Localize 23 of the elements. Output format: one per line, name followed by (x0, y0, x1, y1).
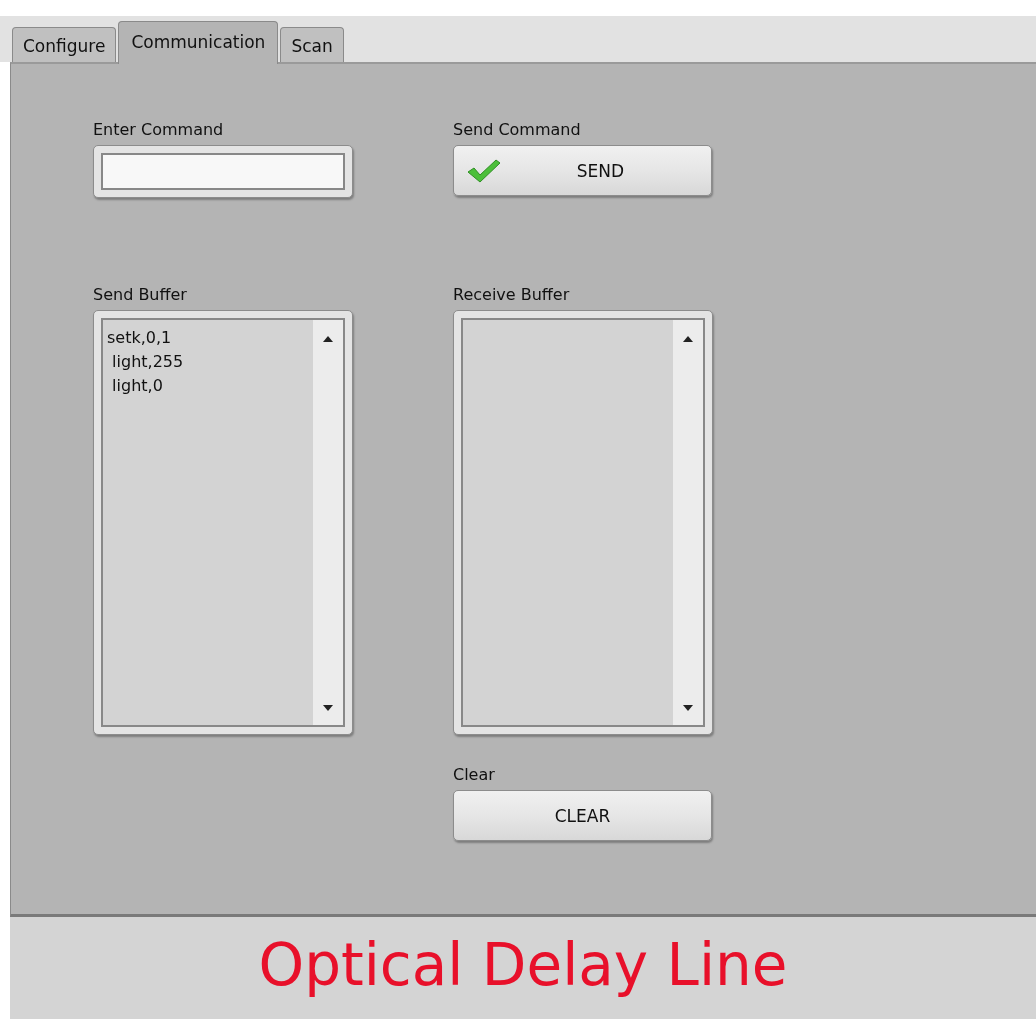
scroll-up-icon[interactable] (323, 336, 333, 342)
app-title: Optical Delay Line (258, 931, 788, 999)
buffer-line: light,0 (111, 375, 164, 397)
scroll-down-icon[interactable] (683, 705, 693, 711)
send-button[interactable]: SEND (453, 145, 712, 196)
scroll-up-icon[interactable] (683, 336, 693, 342)
scrollbar[interactable] (313, 320, 343, 725)
scrollbar[interactable] (673, 320, 703, 725)
list-label: Send Buffer (93, 285, 187, 304)
button-label: Send Command (453, 120, 581, 139)
send-buffer-list[interactable]: setk,0,1 light,255 light,0 (93, 310, 353, 735)
tab[interactable]: Scan (280, 27, 344, 62)
field-label: Enter Command (93, 120, 224, 139)
clear-button[interactable]: CLEAR (453, 790, 712, 841)
buffer-line: setk,0,1 (107, 327, 173, 349)
tab[interactable]: Configure (12, 27, 117, 62)
command-field[interactable] (93, 145, 353, 198)
button-label: Clear (453, 765, 495, 784)
buffer-line: light,255 (111, 351, 185, 373)
tab[interactable]: Communication (118, 21, 279, 64)
checkmark-icon (466, 157, 502, 184)
list-label: Receive Buffer (453, 285, 570, 304)
scroll-down-icon[interactable] (323, 705, 333, 711)
